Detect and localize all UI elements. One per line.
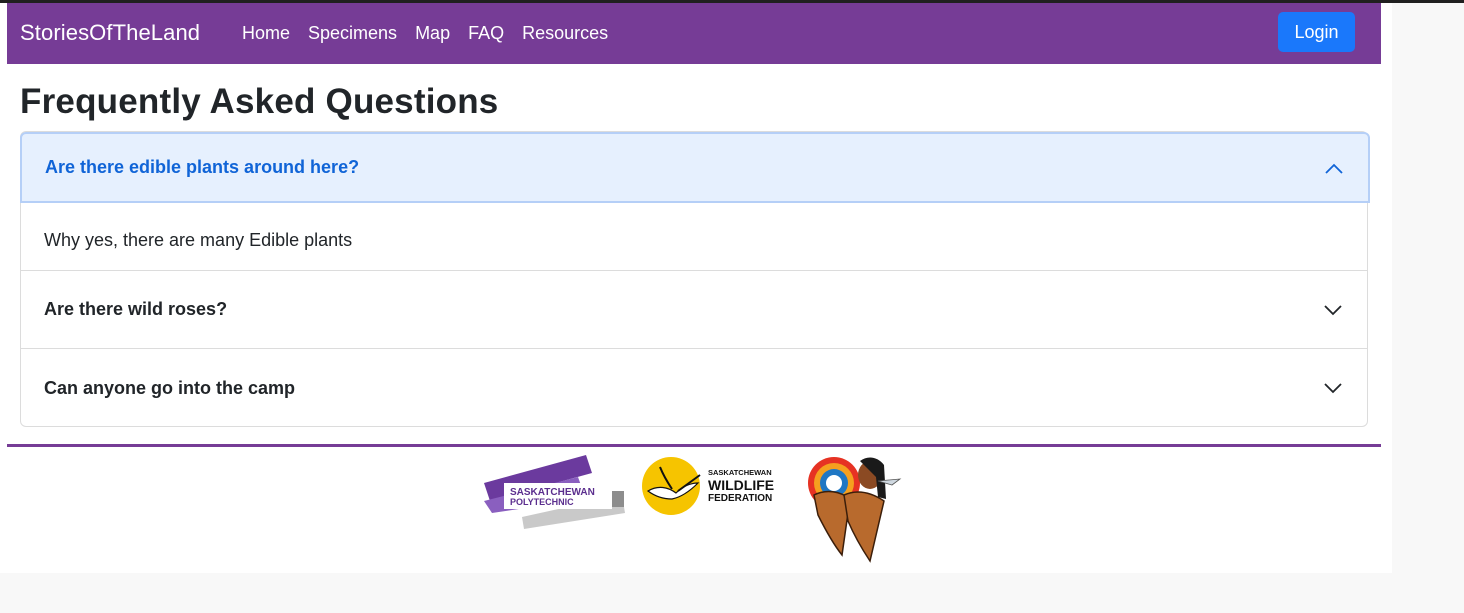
nav-home[interactable]: Home <box>242 23 290 44</box>
indigenous-emblem-icon <box>808 457 902 563</box>
faq-item-2-header[interactable]: Are there wild roses? <box>21 271 1367 349</box>
chevron-down-icon <box>1324 304 1342 315</box>
faq-question: Are there wild roses? <box>44 299 228 319</box>
page-title: Frequently Asked Questions <box>20 82 499 121</box>
faq-item-3-header[interactable]: Can anyone go into the camp <box>21 349 1367 427</box>
chevron-up-icon <box>1325 163 1343 174</box>
login-button[interactable]: Login <box>1278 12 1355 52</box>
faq-accordion: Are there edible plants around here? Why… <box>20 131 1370 427</box>
navbar: StoriesOfTheLand Home Specimens Map FAQ … <box>7 3 1381 64</box>
faq-answer: Why yes, there are many Edible plants <box>44 230 353 250</box>
wildlife-line1: SASKATCHEWAN <box>708 468 772 477</box>
nav-links: Home Specimens Map FAQ Resources <box>242 23 608 44</box>
brand-link[interactable]: StoriesOfTheLand <box>20 20 200 46</box>
polytechnic-line2: POLYTECHNIC <box>510 497 574 507</box>
nav-resources[interactable]: Resources <box>522 23 608 44</box>
wildlife-line3: FEDERATION <box>708 493 772 504</box>
sask-polytechnic-logo: SASKATCHEWAN POLYTECHNIC <box>484 455 625 529</box>
faq-question: Can anyone go into the camp <box>44 377 296 398</box>
nav-specimens[interactable]: Specimens <box>308 23 397 44</box>
nav-faq[interactable]: FAQ <box>468 23 504 44</box>
wildlife-federation-logo: SASKATCHEWAN WILDLIFE FEDERATION <box>642 457 774 515</box>
page: StoriesOfTheLand Home Specimens Map FAQ … <box>0 3 1392 573</box>
nav-map[interactable]: Map <box>415 23 450 44</box>
faq-item-1-body: Why yes, there are many Edible plants <box>21 203 1367 271</box>
faq-question: Are there edible plants around here? <box>45 157 360 177</box>
faq-item-1-header[interactable]: Are there edible plants around here? <box>20 132 1370 203</box>
wildlife-line2: WILDLIFE <box>708 477 774 493</box>
chevron-down-icon <box>1324 383 1342 394</box>
footer-divider <box>7 444 1381 447</box>
